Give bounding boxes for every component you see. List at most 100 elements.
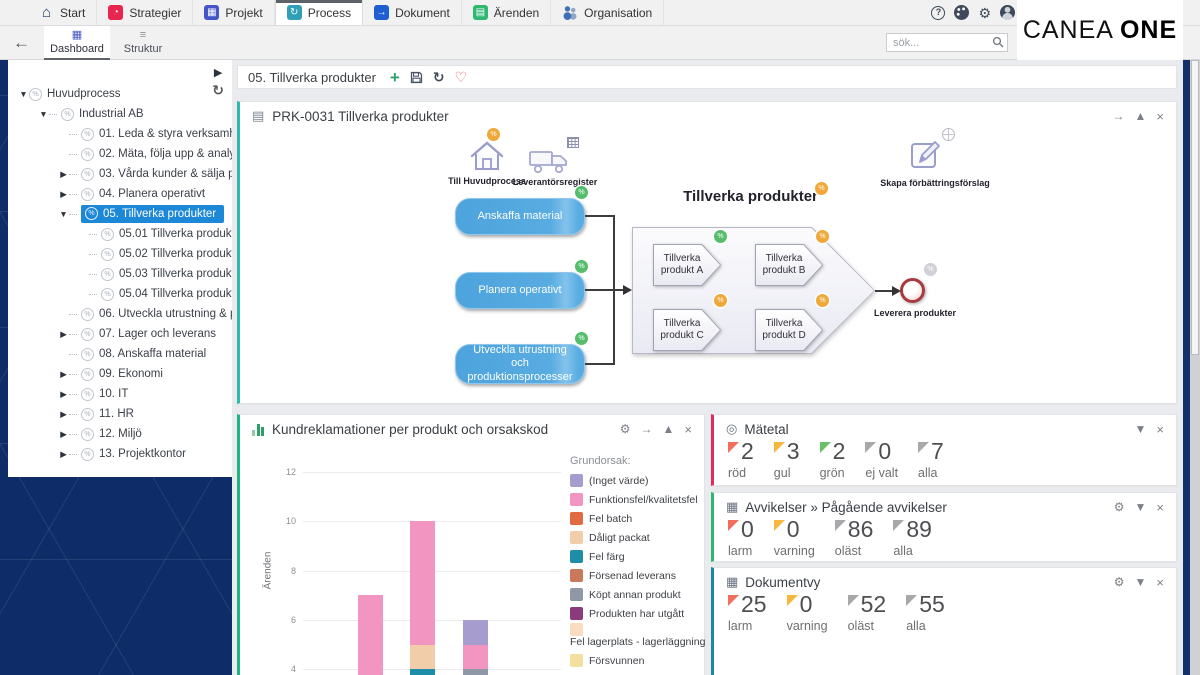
expander-icon[interactable]: ▶ <box>58 389 69 400</box>
tree-item[interactable]: ▶%04. Planera operativt <box>8 184 232 204</box>
dropdown-icon[interactable]: ▼ <box>1135 423 1147 436</box>
expander-icon[interactable]: ▼ <box>58 209 69 219</box>
stat[interactable]: 0ej valt <box>865 440 898 480</box>
refresh-icon[interactable]: ↻ <box>433 70 445 84</box>
search-icon[interactable] <box>992 36 1004 48</box>
settings-icon[interactable]: ⚙ <box>1114 576 1125 589</box>
close-icon[interactable]: × <box>684 423 692 436</box>
y-axis-label: Ärenden <box>263 541 274 601</box>
collapse-icon[interactable]: ▲ <box>663 423 675 436</box>
expander-icon[interactable]: ▶ <box>58 169 69 180</box>
tree-item[interactable]: ▼%Industrial AB <box>8 104 232 124</box>
tab-struktur[interactable]: ≡ Struktur <box>110 26 176 60</box>
pencil-icon[interactable] <box>908 136 944 172</box>
tree-item[interactable]: %05.02 Tillverka produkt B <box>8 244 232 264</box>
tree-item[interactable]: ▶%07. Lager och leverans <box>8 324 232 344</box>
process-box-anskaffa-material[interactable]: Anskaffa material <box>455 198 585 235</box>
stat[interactable]: 0varning <box>774 518 815 558</box>
close-icon[interactable]: × <box>1156 501 1164 514</box>
close-icon[interactable]: × <box>1156 576 1164 589</box>
tree-item[interactable]: ▶%09. Ekonomi <box>8 364 232 384</box>
popout-icon[interactable]: → <box>1113 110 1125 123</box>
tree-item[interactable]: %06. Utveckla utrustning & processer <box>8 304 232 324</box>
popout-icon[interactable]: → <box>641 423 653 436</box>
truck-icon[interactable] <box>528 148 570 175</box>
stat[interactable]: 2grön <box>820 440 846 480</box>
end-node[interactable] <box>900 278 925 303</box>
process-step-produkt-c[interactable]: Tillverka produkt C <box>653 309 721 351</box>
stat[interactable]: 0larm <box>728 518 754 558</box>
stat-label: grön <box>820 466 846 480</box>
settings-icon[interactable]: ⚙ <box>1114 501 1125 514</box>
settings-icon[interactable]: ⚙ <box>978 6 991 20</box>
action-label[interactable]: Skapa förbättringsförslag <box>870 178 1000 189</box>
dropdown-icon[interactable]: ▼ <box>1135 501 1147 514</box>
process-step-produkt-b[interactable]: Tillverka produkt B <box>755 244 823 286</box>
stat[interactable]: 52oläst <box>848 593 887 633</box>
close-icon[interactable]: × <box>1156 110 1164 123</box>
stat[interactable]: 3gul <box>774 440 800 480</box>
tree-item[interactable]: %08. Anskaffa material <box>8 344 232 364</box>
stat[interactable]: 2röd <box>728 440 754 480</box>
favorite-icon[interactable]: ♡ <box>455 70 468 84</box>
expander-icon[interactable]: ▶ <box>58 189 69 200</box>
user-avatar-icon[interactable] <box>1000 5 1015 20</box>
stat[interactable]: 7alla <box>918 440 944 480</box>
tab-dashboard[interactable]: ▦ Dashboard <box>44 26 110 60</box>
tree-item[interactable]: ▶%03. Vårda kunder & sälja produkter <box>8 164 232 184</box>
close-icon[interactable]: × <box>1156 423 1164 436</box>
process-box-planera-operativt[interactable]: Planera operativt <box>455 272 585 309</box>
vertical-scrollbar[interactable]: ▲ <box>1190 60 1200 675</box>
nav-tab-organisation[interactable]: Organisation <box>551 0 664 25</box>
tree-item[interactable]: %05.03 Tillverka produkt C <box>8 264 232 284</box>
stat[interactable]: 25larm <box>728 593 767 633</box>
expander-icon[interactable]: ▶ <box>58 449 69 460</box>
tree-item[interactable]: ▼%Huvudprocess <box>8 84 232 104</box>
tree-item[interactable]: ▶%12. Miljö <box>8 424 232 444</box>
stat[interactable]: 55alla <box>906 593 945 633</box>
tree-item[interactable]: %02. Mäta, följa upp & analysera <box>8 144 232 164</box>
collapse-icon[interactable]: ▲ <box>1135 110 1147 123</box>
legend-swatch <box>570 607 583 620</box>
house-icon[interactable] <box>469 140 505 172</box>
stat[interactable]: 0varning <box>787 593 828 633</box>
add-icon[interactable]: + <box>390 69 400 86</box>
play-icon[interactable]: ▶ <box>214 68 222 79</box>
expander-icon[interactable]: ▼ <box>38 109 49 119</box>
process-step-produkt-d[interactable]: Tillverka produkt D <box>755 309 823 351</box>
settings-icon[interactable]: ⚙ <box>620 423 631 436</box>
tree-item[interactable]: %01. Leda & styra verksamheten <box>8 124 232 144</box>
process-map-panel: ▤ PRK-0031 Tillverka produkter → ▲ × % T… <box>237 101 1177 404</box>
process-step-produkt-a[interactable]: Tillverka produkt A <box>653 244 721 286</box>
nav-tab-start[interactable]: ⌂Start <box>28 0 97 25</box>
nav-tab-projekt[interactable]: ▦Projekt <box>193 0 274 25</box>
refresh-icon[interactable]: ↻ <box>212 83 224 97</box>
tree-item[interactable]: ▶%10. IT <box>8 384 232 404</box>
tree-item[interactable]: %05.01 Tillverka produkt A <box>8 224 232 244</box>
nav-tab-process[interactable]: ↻Process <box>275 0 363 25</box>
help-icon[interactable]: ? <box>931 6 945 20</box>
expander-icon[interactable]: ▼ <box>18 89 29 99</box>
back-icon[interactable]: ← <box>13 33 30 53</box>
expander-icon[interactable]: ▶ <box>58 429 69 440</box>
expander-icon[interactable]: ▶ <box>58 329 69 340</box>
save-icon[interactable] <box>410 71 423 84</box>
process-box-utveckla-utrustning[interactable]: Utveckla utrustning och produktionsproce… <box>455 344 585 384</box>
scrollbar-thumb[interactable] <box>1191 60 1199 355</box>
expander-icon[interactable]: ▶ <box>58 409 69 420</box>
expander-icon[interactable]: ▶ <box>58 369 69 380</box>
tree-item-selected[interactable]: %05. Tillverka produkter <box>81 205 224 223</box>
stat[interactable]: 89alla <box>893 518 932 558</box>
nav-tab-strategier[interactable]: ◔Strategier <box>97 0 193 25</box>
theme-icon[interactable] <box>954 5 969 20</box>
tree-item[interactable]: ▶%13. Projektkontor <box>8 444 232 464</box>
nav-tab-ärenden[interactable]: ▤Ärenden <box>462 0 551 25</box>
tree-item[interactable]: %05.04 Tillverka produkt D <box>8 284 232 304</box>
tree-item[interactable]: ▼ %05. Tillverka produkter <box>8 204 232 224</box>
link-label[interactable]: Leverantörsregister <box>495 177 615 188</box>
search-input[interactable] <box>886 33 1008 52</box>
stat[interactable]: 86oläst <box>835 518 874 558</box>
nav-tab-dokument[interactable]: →Dokument <box>363 0 462 25</box>
dropdown-icon[interactable]: ▼ <box>1135 576 1147 589</box>
tree-item[interactable]: ▶%11. HR <box>8 404 232 424</box>
